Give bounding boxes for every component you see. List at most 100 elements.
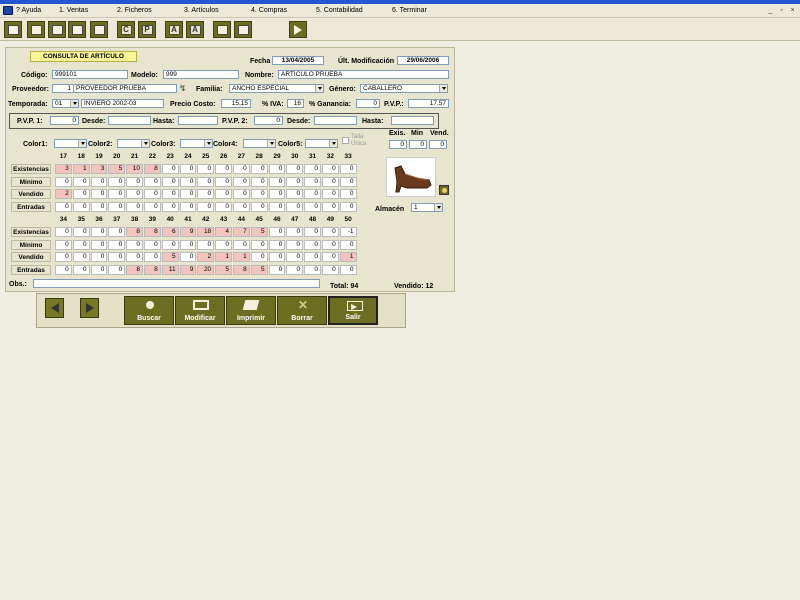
grid-cell[interactable]: 0 xyxy=(215,189,232,199)
lookup-icon[interactable]: ↯ xyxy=(179,83,187,94)
color4-select[interactable] xyxy=(243,139,276,148)
grid-cell[interactable]: 0 xyxy=(250,176,268,187)
grid-cell[interactable]: 0 xyxy=(321,252,339,262)
grid-cell[interactable]: 2 xyxy=(55,189,72,199)
grid-cell[interactable]: 0 xyxy=(197,201,215,212)
grid-cell[interactable]: 1 xyxy=(215,252,232,262)
hasta2-field[interactable] xyxy=(391,116,434,125)
grid-cell[interactable]: 1 xyxy=(339,252,357,262)
grid-cell[interactable]: 0 xyxy=(232,239,250,250)
grid-cell[interactable]: 0 xyxy=(232,201,250,212)
grid-cell[interactable]: 0 xyxy=(339,201,357,212)
grid-cell[interactable]: 0 xyxy=(179,201,197,212)
grid-cell[interactable]: 0 xyxy=(197,176,215,187)
toolbar-doc-button-4[interactable] xyxy=(68,21,86,38)
grid-cell[interactable]: 0 xyxy=(108,189,126,199)
grid-cell[interactable]: 0 xyxy=(232,164,250,174)
grid-cell[interactable]: 0 xyxy=(126,189,143,199)
grid-cell[interactable]: 0 xyxy=(304,227,321,237)
talla-unica-checkbox[interactable] xyxy=(342,137,349,144)
buscar-button[interactable]: Buscar xyxy=(124,296,174,325)
grid-cell[interactable]: 0 xyxy=(197,189,215,199)
previous-button[interactable] xyxy=(45,298,64,318)
grid-cell[interactable]: 8 xyxy=(126,264,143,275)
grid-cell[interactable]: 0 xyxy=(339,189,357,199)
grid-cell[interactable]: 8 xyxy=(126,227,143,237)
toolbar-c-button[interactable]: C xyxy=(117,21,135,38)
grid-cell[interactable]: 0 xyxy=(286,252,304,262)
grid-cell[interactable]: 0 xyxy=(126,201,143,212)
grid-cell[interactable]: 0 xyxy=(321,189,339,199)
grid-cell[interactable]: 0 xyxy=(72,264,90,275)
grid-cell[interactable]: 10 xyxy=(126,164,143,174)
grid-cell[interactable]: 0 xyxy=(108,239,126,250)
menu-terminar[interactable]: 6. Terminar xyxy=(392,7,427,14)
grid-cell[interactable]: 0 xyxy=(339,164,357,174)
grid-cell[interactable]: 0 xyxy=(321,201,339,212)
ult-mod-field[interactable]: 29/06/2006 xyxy=(397,56,449,65)
grid-cell[interactable]: -1 xyxy=(339,227,357,237)
grid-cell[interactable]: 2 xyxy=(197,252,215,262)
app-icon[interactable] xyxy=(3,6,13,15)
grid-cell[interactable]: 0 xyxy=(90,189,108,199)
grid-cell[interactable]: 8 xyxy=(232,264,250,275)
grid-cell[interactable]: 0 xyxy=(321,164,339,174)
grid-cell[interactable]: 0 xyxy=(215,239,232,250)
salir-button[interactable]: Salir xyxy=(328,296,378,325)
grid-cell[interactable]: 0 xyxy=(250,239,268,250)
grid-cell[interactable]: 0 xyxy=(321,239,339,250)
toolbar-a-down-button[interactable]: A xyxy=(186,21,204,38)
toolbar-doc-button-1[interactable] xyxy=(4,21,22,38)
grid-cell[interactable]: 0 xyxy=(321,176,339,187)
grid-cell[interactable]: 0 xyxy=(286,264,304,275)
grid-cell[interactable]: 7 xyxy=(232,227,250,237)
temporada-select[interactable]: 01 xyxy=(52,99,79,108)
grid-cell[interactable]: 0 xyxy=(108,201,126,212)
grid-cell[interactable]: 0 xyxy=(268,201,286,212)
familia-select[interactable]: ANCHO ESPECIAL xyxy=(229,84,324,93)
grid-cell[interactable]: 0 xyxy=(286,164,304,174)
grid-cell[interactable]: 0 xyxy=(197,239,215,250)
grid-cell[interactable]: 0 xyxy=(55,176,72,187)
grid-cell[interactable]: 0 xyxy=(55,264,72,275)
grid-cell[interactable]: 0 xyxy=(126,176,143,187)
grid-cell[interactable]: 0 xyxy=(108,264,126,275)
grid-cell[interactable]: 0 xyxy=(304,264,321,275)
toolbar-doc-button-2[interactable] xyxy=(27,21,45,38)
grid-cell[interactable]: 0 xyxy=(268,252,286,262)
grid-cell[interactable]: 1 xyxy=(72,164,90,174)
pvp1-field[interactable]: 0 xyxy=(50,116,79,125)
color1-select[interactable] xyxy=(54,139,87,148)
close-icon[interactable]: × xyxy=(788,7,797,15)
grid-cell[interactable]: 0 xyxy=(268,176,286,187)
grid-cell[interactable]: 0 xyxy=(304,201,321,212)
grid-cell[interactable]: 0 xyxy=(179,252,197,262)
grid-cell[interactable]: 0 xyxy=(304,176,321,187)
grid-cell[interactable]: 0 xyxy=(304,189,321,199)
grid-cell[interactable]: 0 xyxy=(339,239,357,250)
fecha-alta-field[interactable]: 13/04/2005 xyxy=(272,56,324,65)
grid-cell[interactable]: 4 xyxy=(215,227,232,237)
minimize-icon[interactable]: _ xyxy=(766,7,775,15)
grid-cell[interactable]: 0 xyxy=(304,252,321,262)
grid-cell[interactable]: 0 xyxy=(90,239,108,250)
grid-cell[interactable]: 0 xyxy=(55,227,72,237)
grid-cell[interactable]: 0 xyxy=(215,164,232,174)
menu-ficheros[interactable]: 2. Ficheros xyxy=(117,7,152,14)
proveedor-field[interactable]: PROVEEDOR PRUEBA xyxy=(73,84,177,93)
grid-cell[interactable]: 0 xyxy=(126,239,143,250)
ganancia-field[interactable]: 0 xyxy=(356,99,380,108)
grid-cell[interactable]: 0 xyxy=(143,176,161,187)
grid-cell[interactable]: 0 xyxy=(286,176,304,187)
grid-cell[interactable]: 0 xyxy=(250,201,268,212)
grid-cell[interactable]: 0 xyxy=(72,176,90,187)
grid-cell[interactable]: 9 xyxy=(179,264,197,275)
pvp2-field[interactable]: 0 xyxy=(254,116,283,125)
grid-cell[interactable]: 0 xyxy=(143,239,161,250)
grid-cell[interactable]: 0 xyxy=(250,164,268,174)
grid-cell[interactable]: 0 xyxy=(304,239,321,250)
grid-cell[interactable]: 0 xyxy=(90,227,108,237)
grid-cell[interactable]: 0 xyxy=(72,201,90,212)
grid-cell[interactable]: 0 xyxy=(161,201,179,212)
grid-cell[interactable]: 0 xyxy=(268,164,286,174)
